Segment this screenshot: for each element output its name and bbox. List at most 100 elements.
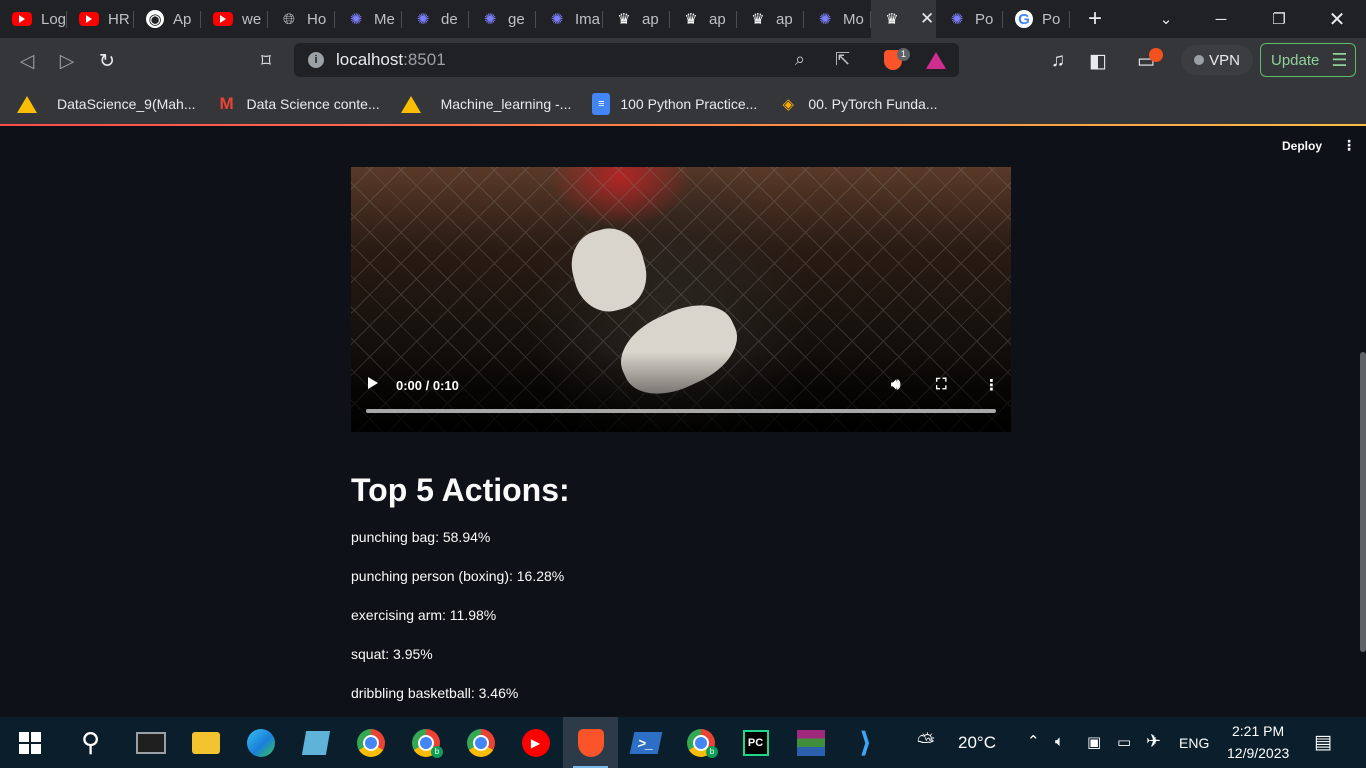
globe-icon: 🌐︎ — [282, 10, 295, 28]
chrome-profile-icon[interactable] — [453, 717, 508, 768]
fullscreen-icon[interactable]: ⛶ — [936, 376, 947, 393]
page-scrollbar[interactable] — [1360, 352, 1366, 652]
tab[interactable]: ✺ de — [402, 0, 469, 38]
new-tab-button[interactable]: + — [1088, 5, 1102, 33]
tab[interactable]: ✺ Po — [936, 0, 1003, 38]
bookmarks-bar: DataScience_9(Mah... M Data Science conte… — [0, 84, 1366, 124]
network-tray-icon[interactable]: ▣ — [1087, 733, 1101, 751]
file-explorer-icon[interactable] — [178, 717, 233, 768]
tab-search-chevron-icon[interactable]: ⌄ — [1143, 0, 1189, 38]
tab[interactable]: ✺ Me — [335, 0, 402, 38]
tab[interactable]: ✺ Mo — [804, 0, 871, 38]
tab-title: Me — [374, 10, 395, 28]
colab-icon: ◈ — [782, 96, 795, 113]
wallet-notification-dot — [1149, 48, 1163, 62]
page-heading: Top 5 Actions: — [351, 472, 570, 508]
tab-title: ap — [642, 10, 659, 28]
tab[interactable]: 🌐︎ Ho — [268, 0, 335, 38]
weather-temperature[interactable]: 20°C — [958, 733, 996, 753]
tab[interactable]: HR — [67, 0, 134, 38]
vscode-icon[interactable]: ⟩ — [838, 717, 893, 768]
clock-date[interactable]: 12/9/2023 — [1227, 745, 1289, 761]
vpn-button[interactable]: VPN — [1181, 45, 1253, 75]
tab[interactable]: ♛ ap — [737, 0, 804, 38]
google-drive-icon — [400, 95, 421, 113]
gear-icon: ✺ — [349, 11, 363, 28]
tab-title: we — [242, 10, 262, 28]
brave-rewards-icon[interactable] — [926, 52, 946, 69]
edge-icon[interactable] — [233, 717, 288, 768]
tab[interactable]: ♛ ap — [670, 0, 737, 38]
tab-title: Ima — [575, 10, 601, 28]
sidebar-icon[interactable]: ◧ — [1086, 49, 1110, 73]
gear-icon: ✺ — [416, 11, 430, 28]
tab[interactable]: ♛ ap — [603, 0, 670, 38]
bookmark-icon[interactable]: ⌑ — [254, 49, 278, 73]
zoom-icon[interactable]: ⌕ — [795, 49, 805, 70]
url-text[interactable]: localhost:8501 — [336, 50, 446, 70]
streamlit-crown-icon: ♛ — [684, 11, 698, 28]
minimize-button[interactable]: ─ — [1198, 0, 1244, 38]
tab[interactable]: we — [201, 0, 268, 38]
battery-tray-icon[interactable]: ▭ — [1117, 733, 1131, 751]
bookmark-item[interactable]: DataScience_9(Mah... — [17, 95, 196, 113]
airplane-mode-icon[interactable]: ✈ — [1146, 731, 1161, 752]
update-label: Update — [1271, 51, 1320, 69]
back-button[interactable]: ◁ — [15, 49, 39, 73]
forward-button[interactable]: ▷ — [55, 49, 79, 73]
bookmark-item[interactable]: ≡ 100 Python Practice... — [592, 93, 757, 115]
notification-center-icon[interactable]: ▤ — [1314, 731, 1332, 754]
media-icon[interactable]: ♫ — [1046, 49, 1070, 73]
streamlit-app: Deploy ⋮ 0:00 / 0:10 🔊︎ ⛶ ⋮ Top 5 Action… — [0, 126, 1366, 717]
start-icon[interactable] — [2, 717, 57, 768]
powershell-icon[interactable]: >_ — [618, 717, 673, 768]
tray-chevron-icon[interactable]: ⌃ — [1027, 732, 1040, 750]
search-icon[interactable]: ⚲ — [63, 717, 118, 768]
clock-time[interactable]: 2:21 PM — [1232, 723, 1284, 739]
volume-tray-icon[interactable]: 🔈︎ — [1055, 733, 1064, 750]
windows-taskbar: ⚲ b ▶ >_ b PC ⟩ ⛅︎ 20°C ⌃ 🔈︎ ▣ ▭ ✈ ENG 2… — [0, 717, 1366, 768]
tab-active[interactable]: ♛ ✕ — [871, 0, 936, 38]
tab[interactable]: ✺ Ima — [536, 0, 603, 38]
youtube-music-icon[interactable]: ▶ — [508, 717, 563, 768]
tab[interactable]: Log — [0, 0, 67, 38]
action-item: dribbling basketball: 3.46% — [351, 685, 519, 701]
notepad-icon[interactable] — [288, 717, 343, 768]
tab-title: ap — [709, 10, 726, 28]
update-button[interactable]: Update ☰ — [1260, 43, 1356, 77]
deploy-button[interactable]: Deploy — [1282, 139, 1322, 153]
tab[interactable]: ✺ ge — [469, 0, 536, 38]
tab-title: Po — [1042, 10, 1061, 28]
pycharm-icon[interactable]: PC — [728, 717, 783, 768]
bookmark-item[interactable]: M Data Science conte... — [217, 94, 379, 113]
video-more-icon[interactable]: ⋮ — [984, 376, 999, 394]
volume-icon[interactable]: 🔊︎ — [891, 376, 900, 393]
brave-icon[interactable] — [563, 717, 618, 768]
close-tab-icon[interactable]: ✕ — [920, 9, 934, 29]
site-info-icon[interactable]: i — [308, 52, 324, 68]
winrar-icon[interactable] — [783, 717, 838, 768]
language-indicator[interactable]: ENG — [1179, 735, 1209, 751]
bookmark-item[interactable]: ◈ 00. PyTorch Funda... — [778, 95, 938, 113]
video-progress-bar[interactable] — [366, 409, 996, 413]
weather-icon[interactable]: ⛅︎ — [917, 729, 935, 755]
play-icon[interactable] — [368, 377, 378, 389]
share-icon[interactable]: ⇱ — [835, 49, 850, 70]
bookmark-item[interactable]: Machine_learning -... — [400, 95, 571, 113]
url-port: :8501 — [403, 50, 446, 69]
restore-button[interactable]: ❐ — [1256, 0, 1302, 38]
reload-button[interactable]: ↻ — [95, 49, 119, 73]
close-window-button[interactable]: ✕ — [1314, 0, 1360, 38]
tab[interactable]: ◉ Ap — [134, 0, 201, 38]
tab[interactable]: G Po — [1003, 0, 1070, 38]
address-bar[interactable]: i localhost:8501 ⌕ ⇱ 1 — [294, 43, 959, 77]
tab-title: HR — [108, 10, 130, 28]
main-menu-icon[interactable]: ⋮ — [1342, 137, 1356, 154]
tab-title: Ap — [173, 10, 192, 28]
chrome-profile-icon[interactable]: b — [398, 717, 453, 768]
terminal-icon[interactable] — [123, 717, 178, 768]
video-player[interactable]: 0:00 / 0:10 🔊︎ ⛶ ⋮ — [351, 167, 1011, 432]
streamlit-crown-icon: ♛ — [751, 11, 765, 28]
chrome-icon[interactable] — [343, 717, 398, 768]
chrome-profile-icon[interactable]: b — [673, 717, 728, 768]
